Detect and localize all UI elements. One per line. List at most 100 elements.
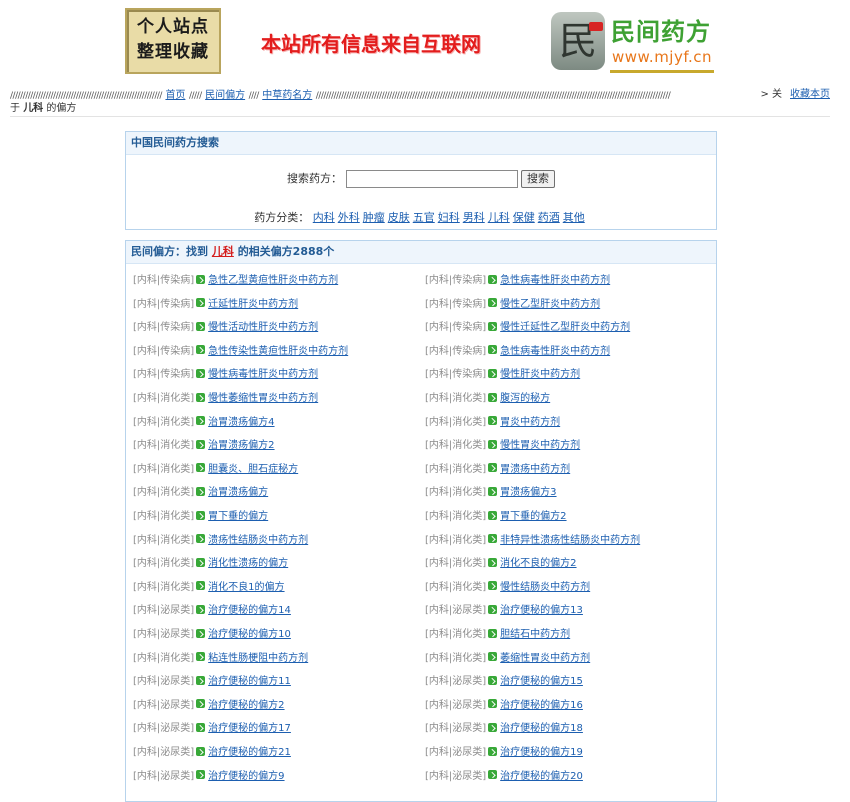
result-category[interactable]: [内科|泌尿类] (133, 676, 194, 687)
result-link[interactable]: 治疗便秘的偏方18 (500, 723, 583, 734)
result-link[interactable]: 消化性溃疡的偏方 (208, 558, 288, 569)
result-link[interactable]: 治疗便秘的偏方11 (208, 676, 291, 687)
result-category[interactable]: [内科|消化类] (133, 535, 194, 546)
result-category[interactable]: [内科|泌尿类] (133, 723, 194, 734)
site-name[interactable]: 民间药方 (611, 12, 711, 47)
result-link[interactable]: 急性传染性黄疸性肝炎中药方剂 (208, 346, 348, 357)
category-link[interactable]: 药酒 (538, 211, 560, 224)
result-link[interactable]: 治疗便秘的偏方13 (500, 605, 583, 616)
result-category[interactable]: [内科|消化类] (133, 511, 194, 522)
result-category[interactable]: [内科|泌尿类] (425, 747, 486, 758)
result-category[interactable]: [内科|消化类] (425, 629, 486, 640)
result-link[interactable]: 非特异性溃疡性结肠炎中药方剂 (500, 535, 640, 546)
site-url[interactable]: www.mjyf.cn (612, 48, 712, 66)
result-link[interactable]: 慢性迁延性乙型肝炎中药方剂 (500, 322, 630, 333)
result-category[interactable]: [内科|消化类] (425, 417, 486, 428)
category-link[interactable]: 内科 (313, 211, 335, 224)
breadcrumb-famous-link[interactable]: 中草药名方 (262, 90, 312, 101)
category-link[interactable]: 儿科 (488, 211, 510, 224)
result-category[interactable]: [内科|泌尿类] (425, 676, 486, 687)
result-link[interactable]: 治疗便秘的偏方17 (208, 723, 291, 734)
result-category[interactable]: [内科|传染病] (133, 346, 194, 357)
result-link[interactable]: 治疗便秘的偏方20 (500, 771, 583, 782)
result-link[interactable]: 急性病毒性肝炎中药方剂 (500, 346, 610, 357)
result-category[interactable]: [内科|消化类] (133, 487, 194, 498)
category-link[interactable]: 肿瘤 (363, 211, 385, 224)
result-category[interactable]: [内科|传染病] (425, 346, 486, 357)
result-category[interactable]: [内科|泌尿类] (133, 629, 194, 640)
result-link[interactable]: 治疗便秘的偏方16 (500, 700, 583, 711)
result-link[interactable]: 消化不良的偏方2 (500, 558, 576, 569)
result-link[interactable]: 治胃溃疡偏方 (208, 487, 268, 498)
result-category[interactable]: [内科|泌尿类] (425, 605, 486, 616)
breadcrumb-home-link[interactable]: 首页 (165, 90, 185, 101)
result-link[interactable]: 胆结石中药方剂 (500, 629, 570, 640)
result-link[interactable]: 胃溃疡偏方3 (500, 487, 556, 498)
result-category[interactable]: [内科|泌尿类] (425, 771, 486, 782)
result-category[interactable]: [内科|消化类] (133, 417, 194, 428)
result-category[interactable]: [内科|泌尿类] (133, 605, 194, 616)
category-link[interactable]: 保健 (513, 211, 535, 224)
result-link[interactable]: 治疗便秘的偏方21 (208, 747, 291, 758)
search-input[interactable] (345, 170, 518, 188)
result-link[interactable]: 慢性病毒性肝炎中药方剂 (208, 369, 318, 380)
result-category[interactable]: [内科|传染病] (425, 275, 486, 286)
result-link[interactable]: 治疗便秘的偏方14 (208, 605, 291, 616)
category-link[interactable]: 其他 (563, 211, 585, 224)
result-link[interactable]: 急性病毒性肝炎中药方剂 (500, 275, 610, 286)
category-link[interactable]: 妇科 (438, 211, 460, 224)
result-link[interactable]: 慢性活动性肝炎中药方剂 (208, 322, 318, 333)
result-category[interactable]: [内科|消化类] (133, 582, 194, 593)
result-link[interactable]: 萎缩性胃炎中药方剂 (500, 653, 590, 664)
add-favorite-link[interactable]: 收藏本页 (790, 89, 830, 100)
site-logo-seal[interactable]: 民 (551, 12, 605, 70)
result-category[interactable]: [内科|传染病] (425, 369, 486, 380)
category-link[interactable]: 皮肤 (388, 211, 410, 224)
result-category[interactable]: [内科|消化类] (133, 653, 194, 664)
result-link[interactable]: 胆囊炎、胆石症秘方 (208, 464, 298, 475)
result-category[interactable]: [内科|传染病] (133, 299, 194, 310)
result-link[interactable]: 治疗便秘的偏方19 (500, 747, 583, 758)
breadcrumb-folk-link[interactable]: 民间偏方 (205, 90, 245, 101)
result-category[interactable]: [内科|传染病] (133, 322, 194, 333)
result-link[interactable]: 慢性乙型肝炎中药方剂 (500, 299, 600, 310)
result-link[interactable]: 腹泻的秘方 (500, 393, 550, 404)
result-link[interactable]: 治疗便秘的偏方9 (208, 771, 284, 782)
result-link[interactable]: 迁延性肝炎中药方剂 (208, 299, 298, 310)
result-link[interactable]: 治胃溃疡偏方4 (208, 417, 274, 428)
result-category[interactable]: [内科|泌尿类] (425, 700, 486, 711)
result-category[interactable]: [内科|传染病] (425, 299, 486, 310)
result-category[interactable]: [内科|消化类] (425, 487, 486, 498)
result-category[interactable]: [内科|消化类] (425, 464, 486, 475)
result-category[interactable]: [内科|消化类] (425, 558, 486, 569)
result-category[interactable]: [内科|消化类] (425, 440, 486, 451)
result-category[interactable]: [内科|泌尿类] (133, 771, 194, 782)
result-category[interactable]: [内科|消化类] (425, 582, 486, 593)
result-link[interactable]: 胃炎中药方剂 (500, 417, 560, 428)
result-link[interactable]: 治疗便秘的偏方10 (208, 629, 291, 640)
category-link[interactable]: 男科 (463, 211, 485, 224)
search-button[interactable]: 搜索 (521, 170, 555, 188)
result-category[interactable]: [内科|消化类] (133, 393, 194, 404)
result-category[interactable]: [内科|传染病] (425, 322, 486, 333)
result-link[interactable]: 治胃溃疡偏方2 (208, 440, 274, 451)
result-link[interactable]: 慢性结肠炎中药方剂 (500, 582, 590, 593)
result-link[interactable]: 治疗便秘的偏方2 (208, 700, 284, 711)
result-link[interactable]: 粘连性肠梗阻中药方剂 (208, 653, 308, 664)
result-category[interactable]: [内科|泌尿类] (133, 747, 194, 758)
result-category[interactable]: [内科|消化类] (425, 535, 486, 546)
result-link[interactable]: 胃溃疡中药方剂 (500, 464, 570, 475)
result-category[interactable]: [内科|消化类] (133, 440, 194, 451)
result-link[interactable]: 胃下垂的偏方2 (500, 511, 566, 522)
result-category[interactable]: [内科|消化类] (425, 511, 486, 522)
result-link[interactable]: 慢性肝炎中药方剂 (500, 369, 580, 380)
result-category[interactable]: [内科|传染病] (133, 369, 194, 380)
result-link[interactable]: 急性乙型黄疸性肝炎中药方剂 (208, 275, 338, 286)
category-link[interactable]: 五官 (413, 211, 435, 224)
result-category[interactable]: [内科|消化类] (425, 393, 486, 404)
result-link[interactable]: 慢性胃炎中药方剂 (500, 440, 580, 451)
result-category[interactable]: [内科|消化类] (425, 653, 486, 664)
result-category[interactable]: [内科|泌尿类] (133, 700, 194, 711)
result-link[interactable]: 消化不良1的偏方 (208, 582, 284, 593)
category-link[interactable]: 外科 (338, 211, 360, 224)
